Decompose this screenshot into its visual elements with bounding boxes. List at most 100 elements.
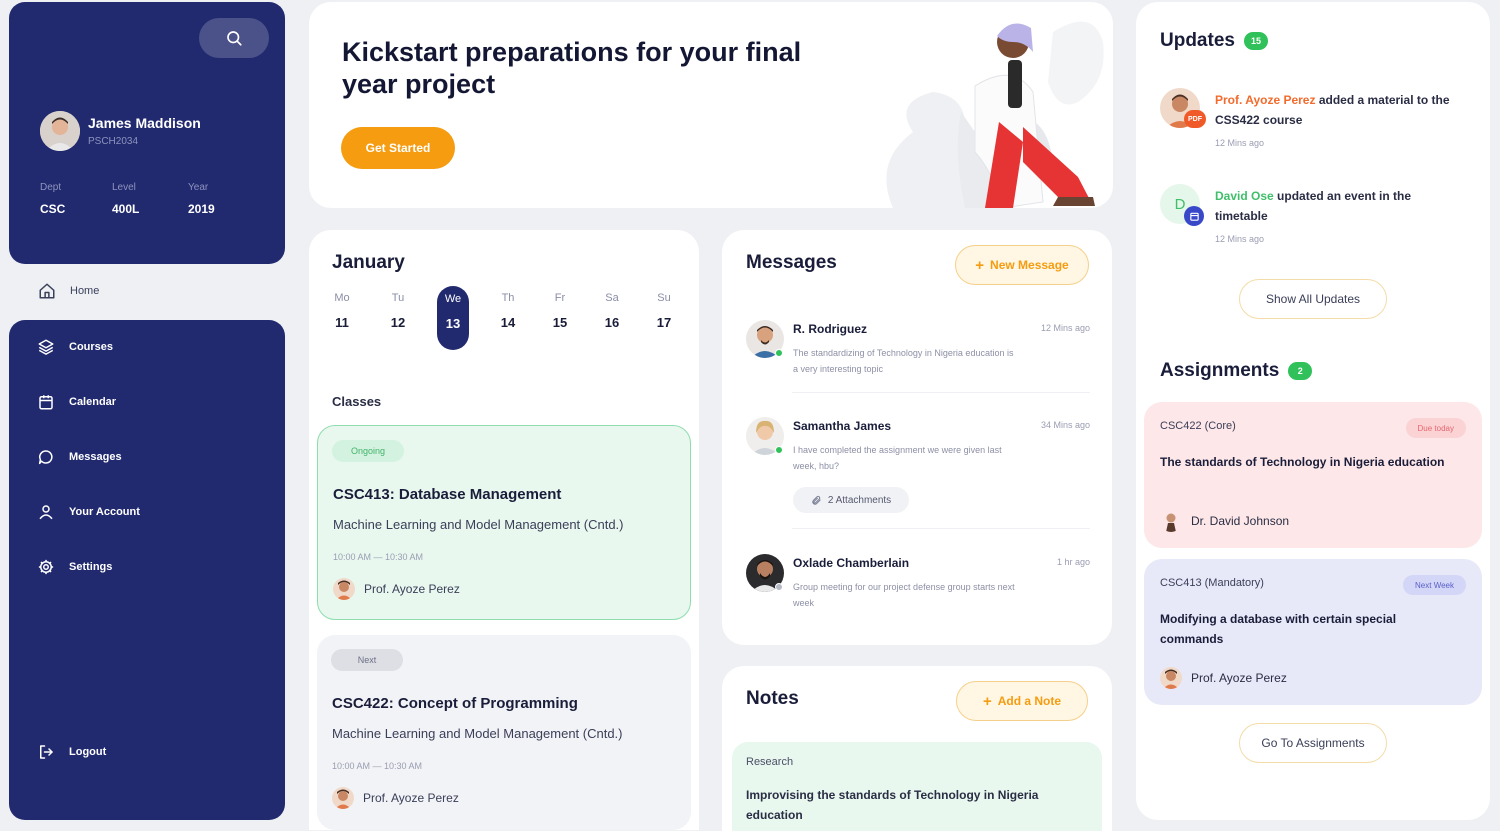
search-button[interactable] xyxy=(199,18,269,58)
messages-title: Messages xyxy=(746,252,837,273)
sidebar-item-account[interactable]: Your Account xyxy=(37,503,140,521)
calendar-month: January xyxy=(332,252,405,273)
message-time: 1 hr ago xyxy=(1056,557,1090,567)
new-message-button[interactable]: + New Message xyxy=(955,245,1089,285)
class-subtitle: Machine Learning and Model Management (C… xyxy=(333,517,624,532)
class-teacher: Prof. Ayoze Perez xyxy=(332,787,459,809)
note-item[interactable]: Research Improvising the standards of Te… xyxy=(732,742,1102,831)
sidebar-nav: Courses Calendar Messages Your Account S… xyxy=(9,320,285,820)
user-icon xyxy=(39,505,53,520)
calendar-day-selected[interactable]: We 13 xyxy=(437,286,469,350)
chat-bubble-icon xyxy=(38,450,53,465)
due-badge: Next Week xyxy=(1403,575,1466,595)
hero-banner: Kickstart preparations for your final ye… xyxy=(309,2,1113,208)
assignment-card[interactable]: CSC422 (Core) Due today The standards of… xyxy=(1144,402,1482,548)
teacher-name: Dr. David Johnson xyxy=(1191,514,1290,528)
class-time: 10:00 AM — 10:30 AM xyxy=(332,761,423,771)
add-note-button[interactable]: + Add a Note xyxy=(956,681,1088,721)
assignment-teacher: Dr. David Johnson xyxy=(1160,510,1289,532)
status-badge: Next xyxy=(331,649,403,671)
stat-value: 400L xyxy=(112,202,140,216)
stat-level: Level 400L xyxy=(112,182,139,216)
class-time: 10:00 AM — 10:30 AM xyxy=(333,552,424,562)
avatar xyxy=(333,578,355,600)
notes-card: Notes + Add a Note Research Improvising … xyxy=(722,666,1112,831)
message-time: 34 Mins ago xyxy=(1040,420,1090,430)
calendar-day[interactable]: Sa 16 xyxy=(596,292,628,330)
day-number: 12 xyxy=(390,315,406,330)
sidebar-item-label: Settings xyxy=(69,561,113,573)
message-item[interactable]: Oxlade Chamberlain 1 hr ago Group meetin… xyxy=(746,554,1090,624)
message-item[interactable]: Samantha James 34 Mins ago I have comple… xyxy=(746,417,1090,517)
message-preview: I have completed the assignment we were … xyxy=(793,445,1002,471)
section-title: Assignments xyxy=(1160,360,1280,381)
button-label: New Message xyxy=(990,258,1069,272)
update-item[interactable]: D David Ose updated an event in the time… xyxy=(1160,184,1470,254)
assignment-title: The standards of Technology in Nigeria e… xyxy=(1160,455,1445,469)
day-name: Sa xyxy=(605,292,619,304)
messages-card: Messages + New Message R. Rodriguez 12 M… xyxy=(722,230,1112,645)
message-preview: Group meeting for our project defense gr… xyxy=(793,582,1015,608)
update-actor[interactable]: David Ose xyxy=(1215,189,1274,203)
classes-heading: Classes xyxy=(332,394,382,409)
calendar-day[interactable]: Fr 15 xyxy=(544,292,576,330)
class-title: CSC422: Concept of Programming xyxy=(332,695,578,712)
profile-name: James Maddison xyxy=(88,115,201,131)
student-illustration xyxy=(886,21,1104,208)
stat-label: Level xyxy=(112,182,136,193)
update-actor[interactable]: Prof. Ayoze Perez xyxy=(1215,93,1315,107)
logout-button[interactable]: Logout xyxy=(37,743,106,761)
button-label: Add a Note xyxy=(997,694,1062,708)
section-title: Updates xyxy=(1160,30,1235,51)
message-item[interactable]: R. Rodriguez 12 Mins ago The standardizi… xyxy=(746,320,1090,390)
teacher-name: Prof. Ayoze Perez xyxy=(1191,671,1287,685)
class-card-next[interactable]: Next CSC422: Concept of Programming Mach… xyxy=(317,635,691,830)
show-all-updates-button[interactable]: Show All Updates xyxy=(1239,279,1387,319)
day-number: 14 xyxy=(500,315,516,330)
note-tag: Research xyxy=(746,756,794,768)
update-text: Prof. Ayoze Perez added a material to th… xyxy=(1215,90,1465,130)
assignments-heading: Assignments 2 xyxy=(1160,360,1313,382)
calendar-day[interactable]: Mo 11 xyxy=(326,292,358,330)
sidebar-item-home[interactable]: Home xyxy=(38,282,99,300)
go-to-assignments-button[interactable]: Go To Assignments xyxy=(1239,723,1387,763)
note-text: Improvising the standards of Technology … xyxy=(746,788,1039,822)
calendar-day[interactable]: Su 17 xyxy=(648,292,680,330)
sender-name: R. Rodriguez xyxy=(793,322,867,336)
class-teacher: Prof. Ayoze Perez xyxy=(333,578,460,600)
sidebar-item-label: Courses xyxy=(69,341,114,353)
plus-icon: + xyxy=(975,256,985,274)
sidebar-item-label: Your Account xyxy=(69,506,140,518)
get-started-button[interactable]: Get Started xyxy=(341,127,455,169)
calendar-day[interactable]: Th 14 xyxy=(492,292,524,330)
message-preview: The standardizing of Technology in Niger… xyxy=(793,348,1014,374)
sidebar-item-settings[interactable]: Settings xyxy=(37,558,112,576)
attachments-chip[interactable]: 2 Attachments xyxy=(793,487,909,513)
assignment-title: Modifying a database with certain specia… xyxy=(1160,612,1397,646)
status-badge: Ongoing xyxy=(332,440,404,462)
update-time: 12 Mins ago xyxy=(1215,138,1265,148)
sidebar-item-courses[interactable]: Courses xyxy=(37,338,113,356)
stat-dept: Dept CSC xyxy=(40,182,65,216)
stat-value: CSC xyxy=(40,202,66,216)
class-card-ongoing[interactable]: Ongoing CSC413: Database Management Mach… xyxy=(317,425,691,620)
avatar xyxy=(1160,510,1182,532)
calendar-card: January Mo 11 Tu 12 We 13 Th 14 Fr 15 Sa… xyxy=(309,230,699,830)
sender-name: Samantha James xyxy=(793,419,892,433)
class-title: CSC413: Database Management xyxy=(333,486,562,503)
class-subtitle: Machine Learning and Model Management (C… xyxy=(332,726,623,741)
assignment-card[interactable]: CSC413 (Mandatory) Next Week Modifying a… xyxy=(1144,559,1482,705)
stat-year: Year 2019 xyxy=(188,182,215,216)
update-item[interactable]: PDF Prof. Ayoze Perez added a material t… xyxy=(1160,88,1470,158)
avatar xyxy=(1160,667,1182,689)
assignment-teacher: Prof. Ayoze Perez xyxy=(1160,667,1287,689)
calendar-day[interactable]: Tu 12 xyxy=(382,292,414,330)
pdf-file-icon: PDF xyxy=(1184,110,1206,128)
avatar[interactable] xyxy=(40,111,80,151)
sidebar-item-calendar[interactable]: Calendar xyxy=(37,393,116,411)
online-status-dot xyxy=(775,446,783,454)
sidebar-item-messages[interactable]: Messages xyxy=(37,448,122,466)
sidebar-item-label: Logout xyxy=(69,746,107,758)
day-name: We xyxy=(444,293,462,305)
layers-icon xyxy=(38,339,54,355)
